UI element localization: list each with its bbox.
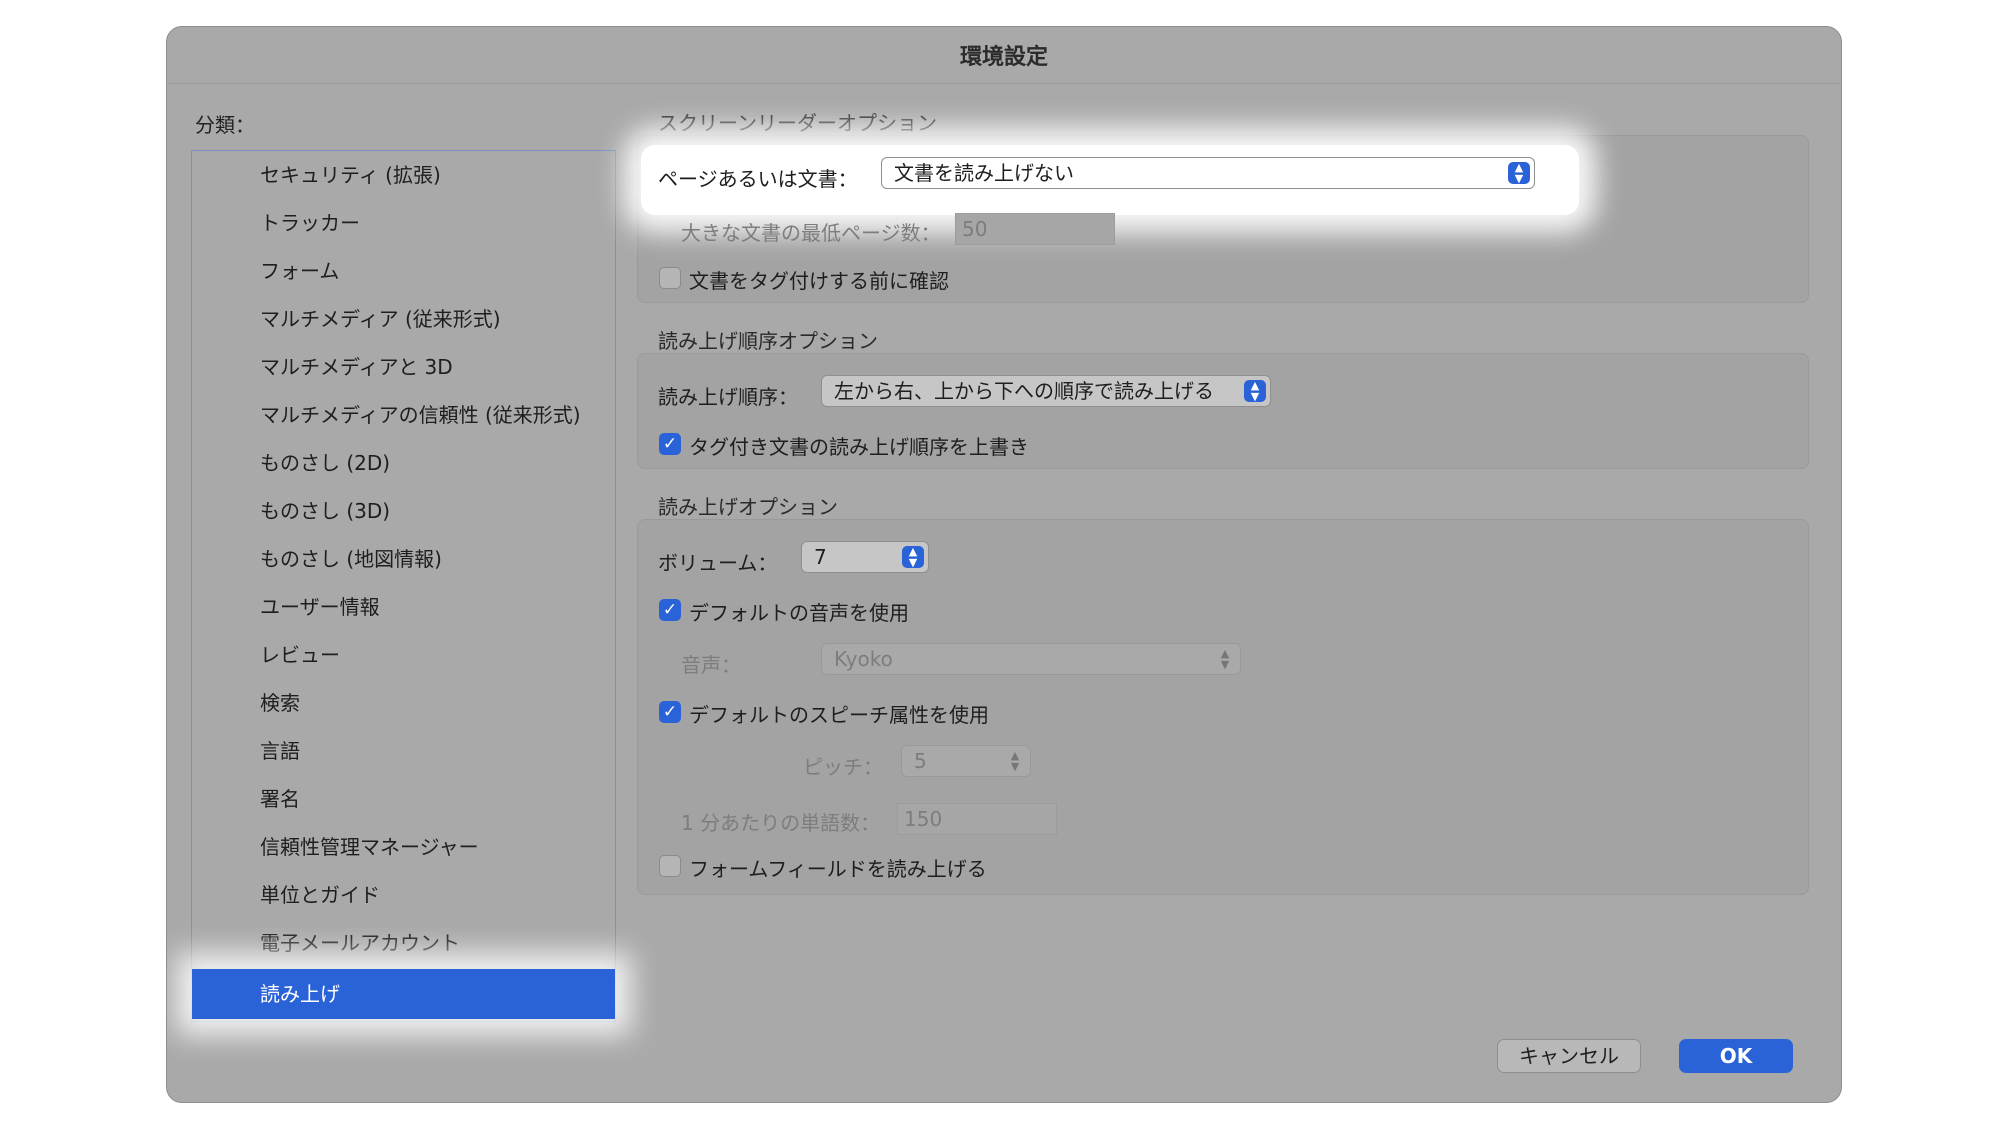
volume-select[interactable]: 7 ▲ ▼ bbox=[801, 541, 929, 573]
category-item[interactable]: ものさし (地図情報) bbox=[192, 535, 615, 583]
category-item[interactable]: ものさし (3D) bbox=[192, 487, 615, 535]
words-per-minute-label: 1 分あたりの単語数： bbox=[681, 811, 881, 835]
ok-button[interactable]: OK bbox=[1679, 1039, 1793, 1073]
category-item[interactable]: 検索 bbox=[192, 679, 615, 727]
checkmark-icon: ✓ bbox=[662, 600, 678, 620]
form-fields-label: フォームフィールドを読み上げる bbox=[689, 857, 987, 881]
cancel-button[interactable]: キャンセル bbox=[1497, 1039, 1641, 1073]
pitch-label: ピッチ： bbox=[803, 755, 883, 779]
page-or-document-value: 文書を読み上げない bbox=[894, 161, 1074, 185]
default-voice-checkbox[interactable]: ✓ bbox=[659, 599, 681, 621]
reading-order-section-title: 読み上げ順序オプション bbox=[658, 329, 878, 353]
pitch-value: 5 bbox=[914, 749, 927, 773]
category-item[interactable]: 単位とガイド bbox=[192, 871, 615, 919]
category-item[interactable]: 署名 bbox=[192, 775, 615, 823]
chevron-updown-icon: ▲ ▼ bbox=[1508, 162, 1530, 184]
chevron-updown-icon: ▲ ▼ bbox=[1010, 749, 1020, 773]
category-item[interactable]: トラッカー bbox=[192, 199, 615, 247]
default-voice-label: デフォルトの音声を使用 bbox=[689, 601, 909, 625]
volume-value: 7 bbox=[814, 545, 827, 569]
category-item[interactable]: レビュー bbox=[192, 631, 615, 679]
override-order-label: タグ付き文書の読み上げ順序を上書き bbox=[689, 435, 1029, 459]
reading-section-title: 読み上げオプション bbox=[658, 495, 838, 519]
window-title: 環境設定 bbox=[959, 45, 1048, 70]
voice-value: Kyoko bbox=[834, 647, 893, 671]
reading-order-value: 左から右、上から下への順序で読み上げる bbox=[834, 379, 1214, 403]
volume-label: ボリューム： bbox=[658, 551, 778, 575]
pitch-select[interactable]: 5 ▲ ▼ bbox=[901, 745, 1031, 777]
title-bar: 環境設定 bbox=[167, 27, 1841, 84]
min-pages-field[interactable]: 50 bbox=[955, 213, 1115, 245]
category-item[interactable]: 言語 bbox=[192, 727, 615, 775]
min-pages-label: 大きな文書の最低ページ数： bbox=[681, 221, 941, 245]
category-item[interactable]: 電子メールアカウント bbox=[192, 919, 615, 967]
chevron-updown-icon: ▲ ▼ bbox=[902, 546, 924, 568]
default-speech-checkbox[interactable]: ✓ bbox=[659, 701, 681, 723]
chevron-updown-icon: ▲ ▼ bbox=[1244, 380, 1266, 402]
category-item[interactable]: マルチメディア (従来形式) bbox=[192, 295, 615, 343]
category-item[interactable]: ものさし (2D) bbox=[192, 439, 615, 487]
reading-order-label: 読み上げ順序： bbox=[658, 385, 798, 409]
category-item[interactable]: 信頼性管理マネージャー bbox=[192, 823, 615, 871]
form-fields-checkbox[interactable] bbox=[659, 855, 681, 877]
confirm-tag-checkbox[interactable] bbox=[659, 267, 681, 289]
page-or-document-select[interactable]: 文書を読み上げない ▲ ▼ bbox=[881, 157, 1535, 189]
category-item[interactable]: ユーザー情報 bbox=[192, 583, 615, 631]
category-item-selected[interactable]: 読み上げ bbox=[192, 969, 615, 1019]
category-item[interactable]: マルチメディアの信頼性 (従来形式) bbox=[192, 391, 615, 439]
reading-order-select[interactable]: 左から右、上から下への順序で読み上げる ▲ ▼ bbox=[821, 375, 1271, 407]
checkmark-icon: ✓ bbox=[662, 434, 678, 454]
preferences-window: 環境設定 分類： セキュリティ (拡張) トラッカー フォーム マルチメディア … bbox=[166, 26, 1842, 1103]
page-or-document-label: ページあるいは文書： bbox=[658, 167, 858, 191]
voice-label: 音声： bbox=[681, 653, 741, 677]
category-item[interactable]: セキュリティ (拡張) bbox=[192, 151, 615, 199]
voice-select[interactable]: Kyoko ▲ ▼ bbox=[821, 643, 1241, 675]
words-per-minute-field[interactable]: 150 bbox=[897, 803, 1057, 835]
chevron-updown-icon: ▲ ▼ bbox=[1220, 647, 1230, 671]
category-item[interactable]: フォーム bbox=[192, 247, 615, 295]
override-order-checkbox[interactable]: ✓ bbox=[659, 433, 681, 455]
category-item[interactable]: マルチメディアと 3D bbox=[192, 343, 615, 391]
category-list[interactable]: セキュリティ (拡張) トラッカー フォーム マルチメディア (従来形式) マル… bbox=[191, 150, 616, 1022]
confirm-tag-label: 文書をタグ付けする前に確認 bbox=[689, 269, 949, 293]
category-label: 分類： bbox=[195, 113, 255, 137]
checkmark-icon: ✓ bbox=[662, 702, 678, 722]
default-speech-label: デフォルトのスピーチ属性を使用 bbox=[689, 703, 989, 727]
screen-reader-section-title: スクリーンリーダーオプション bbox=[658, 111, 937, 135]
